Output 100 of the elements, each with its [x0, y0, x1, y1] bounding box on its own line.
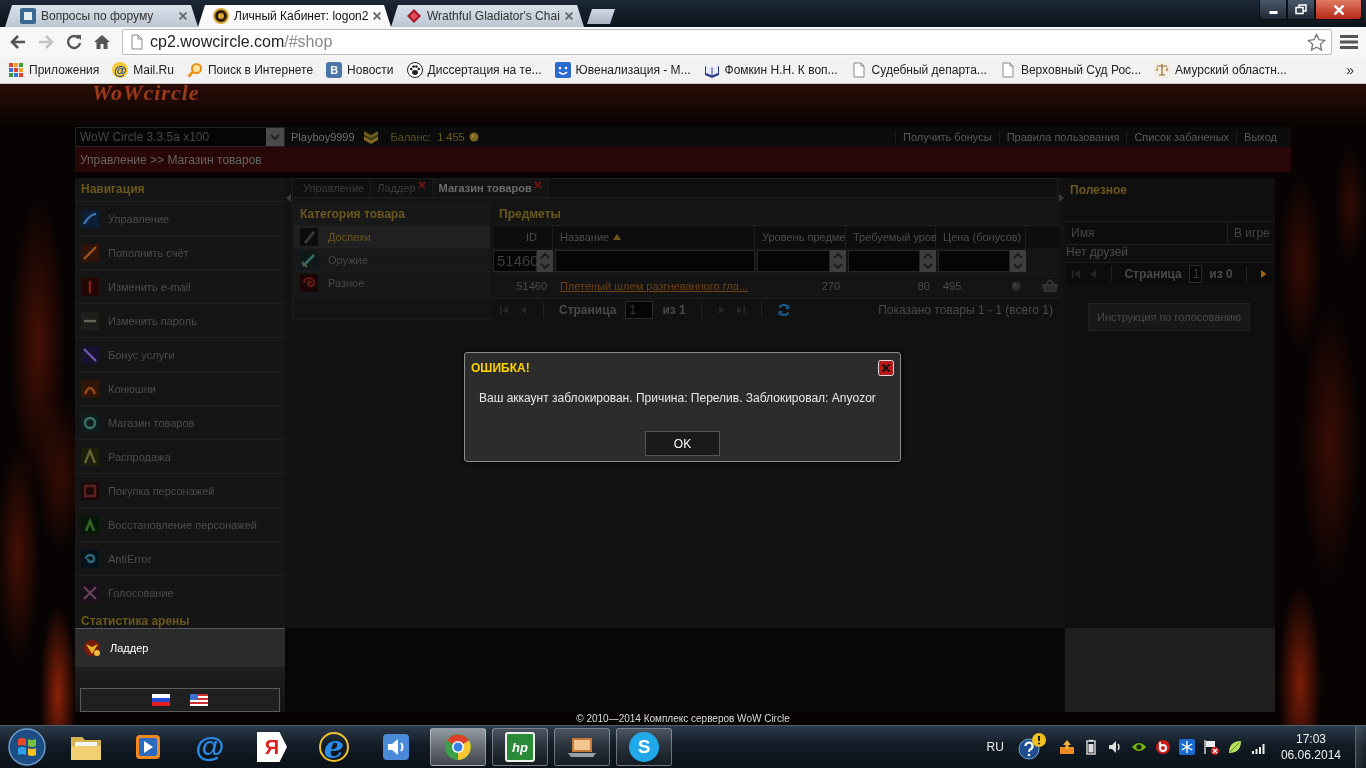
smiley-icon — [554, 62, 571, 78]
usa-flag-icon[interactable] — [190, 694, 208, 706]
filter-field[interactable]: 51460 — [493, 249, 537, 272]
apps-grid-icon — [8, 62, 24, 78]
filter-field[interactable] — [848, 249, 920, 272]
taskbar-button[interactable] — [554, 728, 610, 766]
language-indicator[interactable]: RU — [986, 740, 1004, 754]
show-desktop-button[interactable] — [1355, 726, 1366, 768]
tile-icon — [81, 447, 99, 466]
column-header[interactable]: Название — [555, 226, 755, 248]
column-header[interactable]: Цена (бонусов) — [938, 226, 1026, 248]
site-logo: WoWcircle — [92, 84, 200, 101]
browser-tab[interactable]: Вопросы по форуму — [5, 5, 198, 27]
browser-tab[interactable]: Личный Кабинет: logon2 — [198, 5, 391, 27]
bookmark[interactable]: Верховный Суд Рос... — [999, 62, 1142, 78]
new-tab-button[interactable] — [587, 9, 615, 24]
bookmark[interactable]: Амурский областн... — [1154, 62, 1287, 78]
filter-field[interactable] — [938, 249, 1010, 272]
bookmark[interactable]: В Новости — [326, 62, 394, 78]
next-page-icon[interactable] — [1259, 269, 1269, 279]
top-link[interactable]: Выход — [1236, 131, 1284, 143]
round-logo-icon — [442, 733, 474, 761]
tile-icon — [81, 481, 99, 500]
page-icon — [999, 62, 1016, 78]
panel-title: Категория товара — [300, 207, 405, 221]
clock-date[interactable]: 06.06.2014 — [1280, 747, 1341, 763]
scales-icon — [1154, 62, 1171, 78]
bookmark[interactable]: Приложения — [8, 62, 100, 78]
realm-select[interactable]: WoW Circle 3.3.5a x100 — [75, 127, 285, 147]
reload-icon[interactable] — [65, 33, 83, 51]
item-link[interactable]: Плетеный шлем разгневанного гла... — [560, 280, 749, 292]
letter-cloud-icon: S — [629, 732, 659, 762]
nav-item[interactable]: Ладдер — [75, 628, 285, 667]
username: Playboy9999 — [291, 131, 355, 143]
column-header[interactable]: ID — [493, 226, 553, 248]
taskbar-button[interactable]: S — [616, 728, 672, 766]
speaker-icon[interactable] — [380, 733, 412, 761]
close-icon — [1333, 4, 1344, 15]
panel-title: Статистика арены — [81, 615, 190, 628]
filter-field[interactable] — [555, 249, 755, 272]
tab[interactable]: Магазин товаров — [432, 179, 549, 197]
top-link[interactable]: Список забаненых — [1126, 131, 1237, 143]
at-sign-icon[interactable]: @ — [195, 732, 225, 762]
bookmark[interactable]: Поиск в Интернете — [186, 62, 314, 78]
minimize-icon — [1268, 11, 1278, 14]
tile-icon — [81, 379, 99, 398]
russia-flag-icon[interactable] — [152, 694, 170, 706]
top-link[interactable]: Правила пользования — [998, 131, 1127, 143]
home-icon[interactable] — [93, 33, 111, 51]
maximize-button[interactable] — [1287, 0, 1315, 20]
ring-icon[interactable] — [1154, 739, 1171, 755]
close-window-button[interactable] — [1315, 0, 1362, 20]
taskbar-button[interactable]: hp — [492, 728, 548, 766]
back-arrow-icon[interactable] — [9, 33, 27, 51]
tile-icon — [20, 8, 36, 24]
speaker-icon[interactable] — [1106, 739, 1123, 755]
filter-field[interactable] — [757, 249, 830, 272]
page-count: из 0 — [1209, 267, 1233, 281]
pager-summary: Показано товары 1 - 1 (всего 1) — [878, 303, 1053, 317]
bookmark[interactable]: Фомкин Н.Н. К воп... — [703, 62, 838, 78]
panel-title: Навигация — [81, 183, 145, 196]
start-orb-icon[interactable] — [7, 727, 47, 767]
bookmark[interactable]: Ювенализация - М... — [554, 62, 691, 78]
more-bookmarks-button[interactable]: » — [1346, 62, 1354, 78]
copyright: © 2010—2014 Комплекс серверов WoW Circle — [576, 712, 790, 725]
letter-tile-icon[interactable]: Я — [257, 732, 287, 762]
refresh-icon[interactable] — [776, 303, 791, 317]
top-link[interactable]: Получить бонусы — [894, 131, 999, 143]
panel-title: Предметы — [499, 207, 561, 221]
page-label: Страница — [1124, 267, 1182, 281]
letter-box-icon: hp — [505, 732, 535, 762]
column-header[interactable]: Требуемый уров — [848, 226, 936, 248]
snowflake-icon[interactable] — [1178, 739, 1195, 755]
minimize-button[interactable] — [1259, 0, 1287, 20]
clock-time[interactable]: 17:03 — [1295, 731, 1326, 747]
tile-icon — [81, 515, 99, 534]
shield-icon — [300, 228, 318, 246]
bookmark[interactable]: Судебный департа... — [850, 62, 987, 78]
bookmark[interactable]: Диссертация на те... — [406, 62, 542, 78]
address-bar[interactable]: cp2.wowcircle.com/#shop — [122, 29, 1332, 55]
search-icon — [186, 62, 203, 78]
column-header[interactable]: Уровень предме — [757, 226, 846, 248]
tile-icon — [81, 413, 99, 432]
flag-error-icon[interactable] — [1202, 739, 1219, 755]
page-count: из 1 — [662, 303, 686, 317]
upload-icon[interactable] — [1058, 739, 1075, 755]
star-icon[interactable] — [1307, 32, 1326, 52]
ok-button[interactable]: OK — [645, 431, 720, 456]
category-item[interactable]: Доспехи — [294, 225, 490, 248]
bookmark[interactable]: @ Mail.Ru — [112, 62, 174, 78]
dialog-title: ОШИБКА! — [471, 361, 530, 375]
leaf-icon[interactable] — [1226, 739, 1243, 755]
panel-title: Полезное — [1070, 182, 1127, 198]
help-warning-icon[interactable] — [1016, 732, 1047, 762]
taskbar-button[interactable] — [430, 728, 486, 766]
letter-ring-icon[interactable]: e — [319, 732, 349, 762]
paw-icon — [406, 62, 423, 78]
menu-icon[interactable] — [1340, 34, 1358, 50]
browser-tab[interactable]: Wrathful Gladiator's Chai — [391, 5, 584, 27]
gem-icon — [406, 8, 422, 24]
